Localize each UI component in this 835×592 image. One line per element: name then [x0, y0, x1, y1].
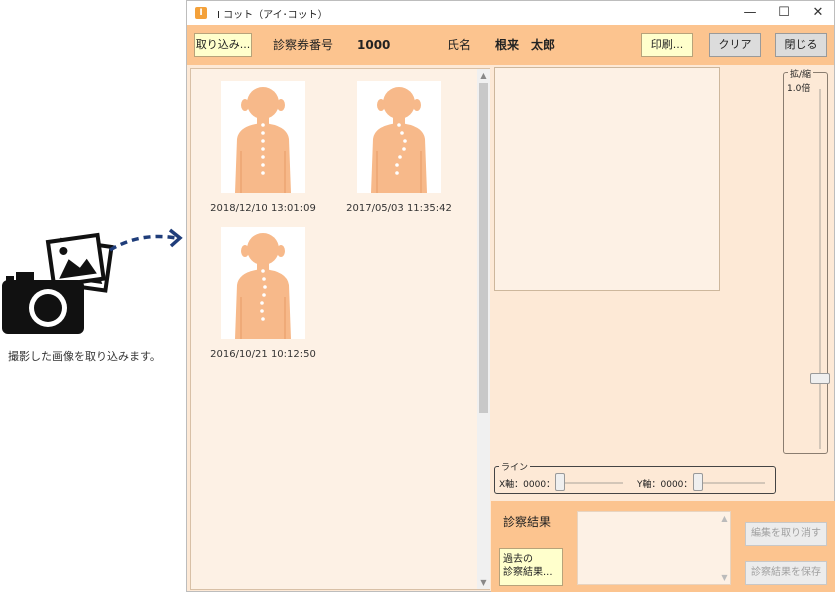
- thumbnail-2-timestamp: 2017/05/03 11:35:42: [346, 203, 452, 214]
- illustration-caption: 撮影した画像を取り込みます。: [8, 350, 161, 363]
- x-axis-slider[interactable]: [555, 473, 565, 491]
- result-scroll-down-icon[interactable]: ▼: [718, 571, 731, 584]
- toolbar: 取り込み... 診察券番号 1000 氏名 根来 太郎 印刷... クリア 閉じ…: [187, 25, 834, 65]
- result-textarea[interactable]: ▲ ▼: [577, 511, 731, 585]
- back-figure-image: [371, 87, 427, 193]
- x-axis-label: X軸：0000：: [499, 480, 556, 490]
- thumbnail-1[interactable]: [221, 81, 305, 193]
- window-title: I コット（アイ･コット）: [217, 9, 328, 21]
- import-button[interactable]: 取り込み...: [194, 33, 252, 57]
- title-bar: I I コット（アイ･コット） — ☐ ✕: [187, 1, 834, 25]
- thumbnail-scrollbar[interactable]: ▲ ▼: [477, 69, 490, 589]
- y-axis-label: Y軸：0000：: [637, 480, 693, 490]
- y-axis-track: [693, 482, 765, 484]
- result-scroll-up-icon[interactable]: ▲: [718, 512, 731, 525]
- thumbnail-1-timestamp: 2018/12/10 13:01:09: [210, 203, 316, 214]
- image-viewer[interactable]: [494, 67, 720, 291]
- result-scrollbar[interactable]: ▲ ▼: [718, 512, 730, 584]
- card-number-value: 1000: [357, 38, 391, 52]
- zoom-slider[interactable]: [810, 373, 830, 384]
- camera-photos-icon: [2, 228, 183, 334]
- app-window: I I コット（アイ･コット） — ☐ ✕ 取り込み... 診察券番号 1000…: [186, 0, 835, 592]
- thumbnail-3-timestamp: 2016/10/21 10:12:50: [210, 349, 316, 360]
- save-result-button[interactable]: 診察結果を保存: [745, 561, 827, 585]
- clear-button[interactable]: クリア: [709, 33, 761, 57]
- patient-name-label: 氏名: [447, 38, 472, 52]
- zoom-track: [819, 89, 821, 449]
- back-figure-image: [235, 87, 291, 193]
- past-results-button[interactable]: 過去の 診察結果...: [499, 548, 563, 586]
- past-results-line2: 診察結果...: [503, 567, 553, 578]
- line-title: ライン: [499, 460, 531, 473]
- line-group: ライン X軸：0000： Y軸：0000：: [494, 460, 776, 494]
- card-number-label: 診察券番号: [273, 38, 334, 52]
- patient-name-value: 根来 太郎: [495, 38, 556, 52]
- minimize-button[interactable]: —: [733, 1, 767, 25]
- scroll-thumb[interactable]: [479, 83, 488, 413]
- print-button[interactable]: 印刷...: [641, 33, 693, 57]
- zoom-group: 拡/縮 1.0倍: [783, 67, 830, 454]
- close-window-button[interactable]: ✕: [801, 1, 835, 25]
- close-button[interactable]: 閉じる: [775, 33, 827, 57]
- cancel-edit-button[interactable]: 編集を取り消す: [745, 522, 827, 546]
- thumbnail-3[interactable]: [221, 227, 305, 339]
- zoom-value: 1.0倍: [787, 84, 811, 94]
- result-label: 診察結果: [503, 515, 552, 529]
- thumbnail-list: 2018/12/10 13:01:09 2017/05/03 11:35:42: [190, 68, 490, 590]
- past-results-line1: 過去の: [503, 554, 533, 565]
- zoom-title: 拡/縮: [788, 67, 814, 80]
- x-axis-track: [557, 482, 623, 484]
- back-figure-image: [235, 233, 291, 339]
- scroll-up-icon[interactable]: ▲: [477, 69, 490, 82]
- app-icon: I: [195, 7, 207, 19]
- maximize-button[interactable]: ☐: [767, 1, 801, 25]
- scroll-down-icon[interactable]: ▼: [477, 576, 490, 589]
- thumbnail-2[interactable]: [357, 81, 441, 193]
- y-axis-slider[interactable]: [693, 473, 703, 491]
- result-panel: 診察結果 過去の 診察結果... ▲ ▼ 編集を取り消す 診察結果を保存: [491, 501, 835, 592]
